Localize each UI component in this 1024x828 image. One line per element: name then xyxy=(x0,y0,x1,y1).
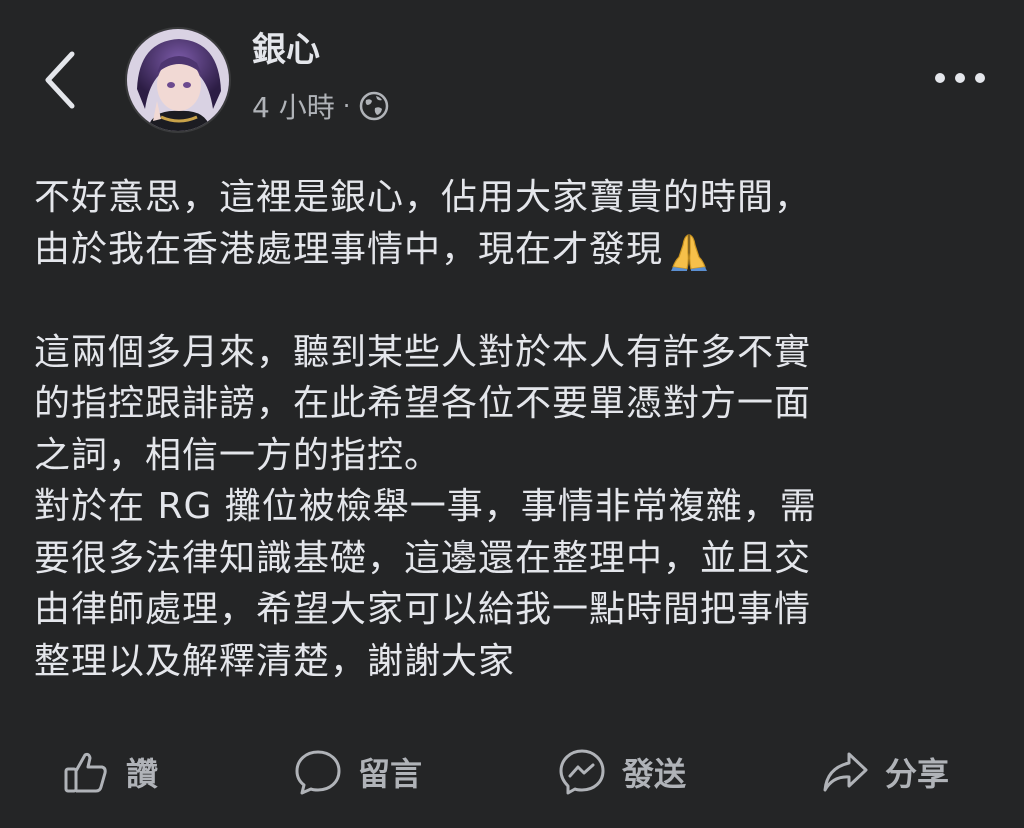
post-meta: 4 小時 · xyxy=(252,84,390,128)
meta-separator: · xyxy=(342,92,351,120)
more-options-button[interactable] xyxy=(928,56,992,100)
globe-icon[interactable] xyxy=(358,90,390,122)
avatar[interactable] xyxy=(125,27,231,133)
post-time[interactable]: 4 小時 xyxy=(252,86,335,126)
post-actions-bar: 讚 留言 發送 分享 xyxy=(0,730,1024,810)
share-arrow-icon xyxy=(817,744,873,800)
thumbs-up-icon xyxy=(58,744,114,800)
comment-label: 留言 xyxy=(358,755,423,793)
post-line: 對於在 RG 攤位被檢舉一事，事情非常複雜，需 xyxy=(34,486,817,527)
messenger-icon xyxy=(554,744,610,800)
back-button[interactable] xyxy=(30,40,90,120)
post-line: 不好意思，這裡是銀心，佔用大家寶貴的時間， xyxy=(34,177,812,218)
like-button[interactable]: 讚 xyxy=(58,744,158,800)
post-line: 整理以及解釋清楚，謝謝大家 xyxy=(34,640,516,682)
like-label: 讚 xyxy=(126,755,159,793)
folded-hands-emoji xyxy=(671,233,708,271)
chevron-left-icon xyxy=(45,51,75,109)
share-label: 分享 xyxy=(885,755,950,793)
avatar-image xyxy=(127,29,229,131)
post-line: 的指控跟誹謗，在此希望各位不要單憑對方一面 xyxy=(34,383,812,424)
post-line: 之詞，相信一方的指控。 xyxy=(34,434,442,476)
author-name[interactable]: 銀心 xyxy=(252,28,320,72)
post-text: 不好意思，這裡是銀心，佔用大家寶貴的時間， 由於我在香港處理事情中，現在才發現 … xyxy=(34,172,994,687)
comment-button[interactable]: 留言 xyxy=(290,744,422,800)
post-line: 由律師處理，希望大家可以給我一點時間把事情 xyxy=(34,589,812,630)
send-label: 發送 xyxy=(622,755,687,793)
more-horizontal-icon xyxy=(935,73,985,83)
post-header: 銀心 4 小時 · xyxy=(0,0,1024,150)
send-button[interactable]: 發送 xyxy=(554,744,686,800)
comment-icon xyxy=(290,744,346,800)
post-line: 這兩個多月來，聽到某些人對於本人有許多不實 xyxy=(34,331,812,373)
post-line-with-emoji: 由於我在香港處理事情中，現在才發現 xyxy=(34,224,994,276)
post-line: 由於我在香港處理事情中，現在才發現 xyxy=(34,228,664,270)
share-button[interactable]: 分享 xyxy=(817,744,949,800)
post-line: 要很多法律知識基礎，這邊還在整理中，並且交 xyxy=(34,537,812,579)
